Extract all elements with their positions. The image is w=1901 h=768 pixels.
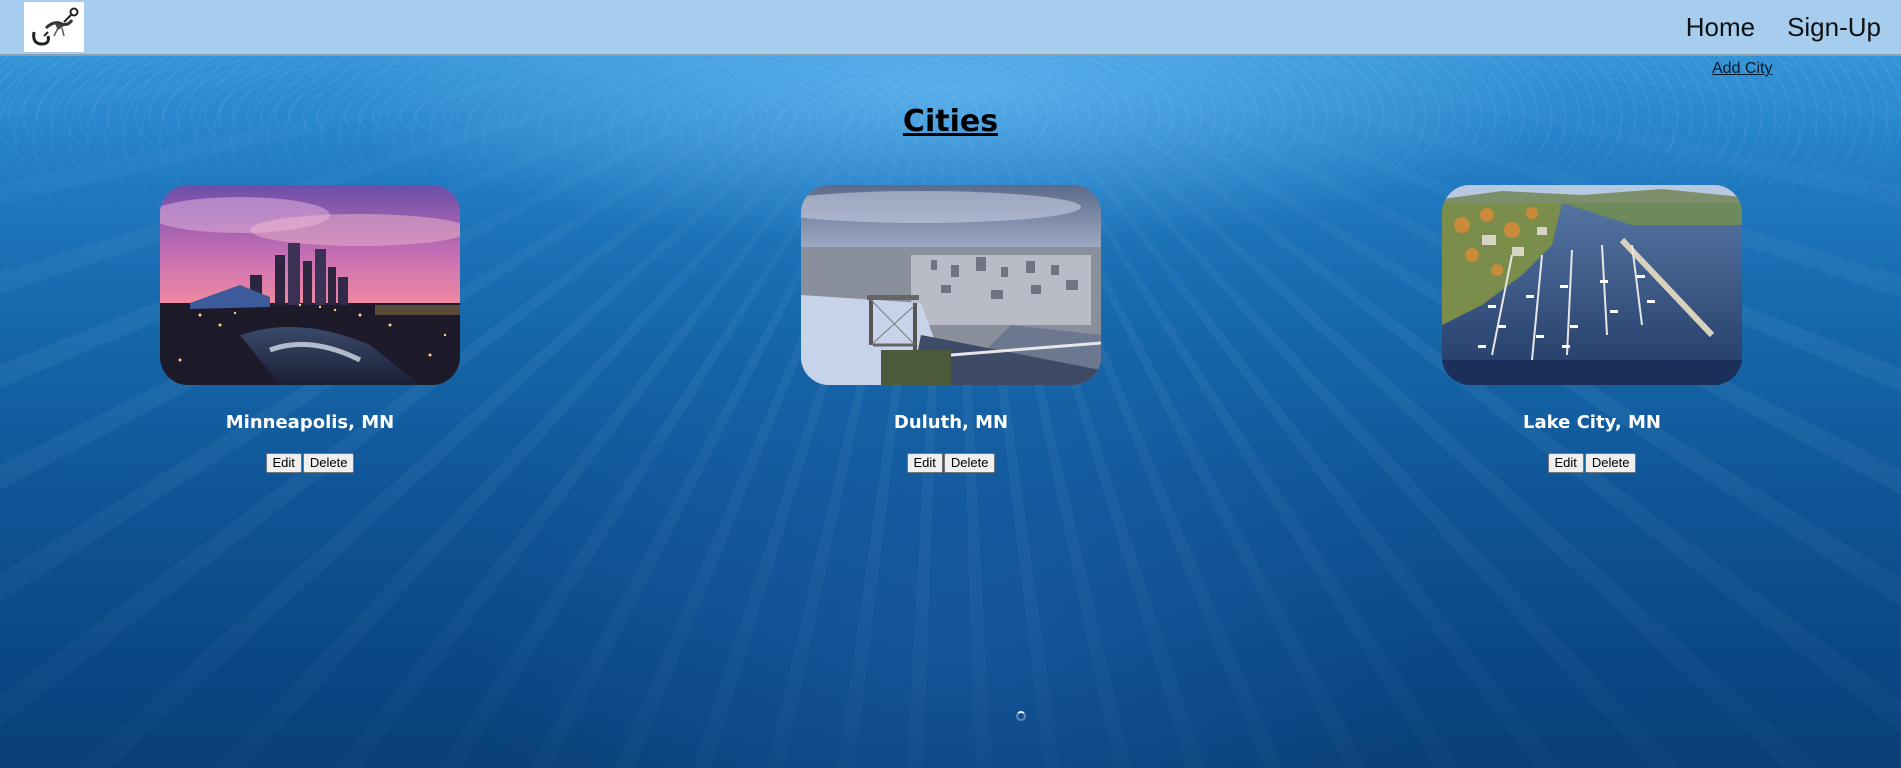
edit-button[interactable]: Edit <box>906 453 943 473</box>
city-name: Lake City, MN <box>1523 412 1661 433</box>
city-card: Minneapolis, MN Edit Delete <box>160 185 460 473</box>
city-name: Minneapolis, MN <box>225 412 395 433</box>
edit-button[interactable]: Edit <box>1547 453 1584 473</box>
nav-home-link[interactable]: Home <box>1686 12 1755 43</box>
city-image-duluth <box>801 185 1101 385</box>
city-name: Duluth, MN <box>893 412 1009 433</box>
city-actions: Edit Delete <box>1442 453 1742 473</box>
city-image-minneapolis <box>160 185 460 385</box>
delete-button[interactable]: Delete <box>943 453 996 473</box>
navbar: Home Sign-Up <box>0 0 1901 56</box>
city-actions: Edit Delete <box>801 453 1101 473</box>
nav-links: Home Sign-Up <box>1686 0 1881 54</box>
add-city-link[interactable]: Add City <box>1712 60 1772 78</box>
delete-button[interactable]: Delete <box>1584 453 1637 473</box>
logo[interactable] <box>24 2 84 52</box>
page-title: Cities <box>902 104 999 139</box>
fish-hook-logo-icon <box>32 7 79 46</box>
city-card: Duluth, MN Edit Delete <box>801 185 1101 473</box>
edit-button[interactable]: Edit <box>265 453 302 473</box>
loading-spinner-icon <box>1016 711 1026 721</box>
nav-signup-link[interactable]: Sign-Up <box>1787 12 1881 43</box>
city-card: Lake City, MN Edit Delete <box>1442 185 1742 473</box>
delete-button[interactable]: Delete <box>302 453 355 473</box>
city-actions: Edit Delete <box>160 453 460 473</box>
city-image-lake-city <box>1442 185 1742 385</box>
